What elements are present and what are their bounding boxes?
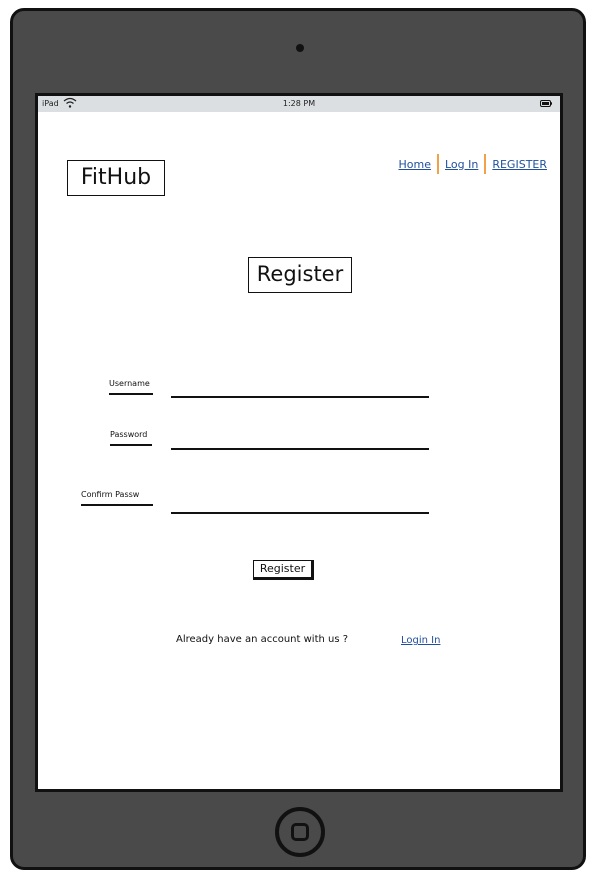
screen: iPad 1:28 PM FitHub Home Log In REGISTER… <box>35 93 563 792</box>
username-label: Username <box>109 379 150 388</box>
home-button-icon[interactable] <box>275 807 325 857</box>
password-input[interactable] <box>171 431 429 449</box>
password-input-line <box>171 448 429 450</box>
nav-home-link[interactable]: Home <box>392 158 436 171</box>
camera-icon <box>296 44 304 52</box>
password-label: Password <box>110 430 148 439</box>
already-have-account-text: Already have an account with us ? <box>176 634 349 645</box>
status-bar: iPad 1:28 PM <box>38 96 560 112</box>
login-link[interactable]: Login In <box>401 635 440 646</box>
nav-login-link[interactable]: Log In <box>439 158 484 171</box>
nav-register-link[interactable]: REGISTER <box>486 158 553 171</box>
page-title: Register <box>248 257 352 293</box>
username-input-line <box>171 396 429 398</box>
home-button-square <box>291 823 309 841</box>
confirm-password-label-underline <box>81 504 153 506</box>
confirm-password-label: Confirm Passw <box>81 490 140 499</box>
status-time: 1:28 PM <box>282 99 316 108</box>
ipad-device-frame: iPad 1:28 PM FitHub Home Log In REGISTER… <box>10 8 586 870</box>
fithub-logo[interactable]: FitHub <box>67 160 165 196</box>
confirm-password-input-line <box>171 512 429 514</box>
battery-icon <box>540 100 552 107</box>
password-label-underline <box>110 444 152 446</box>
username-label-underline <box>109 393 153 395</box>
username-input[interactable] <box>171 379 429 397</box>
top-nav: Home Log In REGISTER <box>392 154 553 174</box>
confirm-password-input[interactable] <box>171 495 429 513</box>
register-button[interactable]: Register <box>253 560 314 580</box>
